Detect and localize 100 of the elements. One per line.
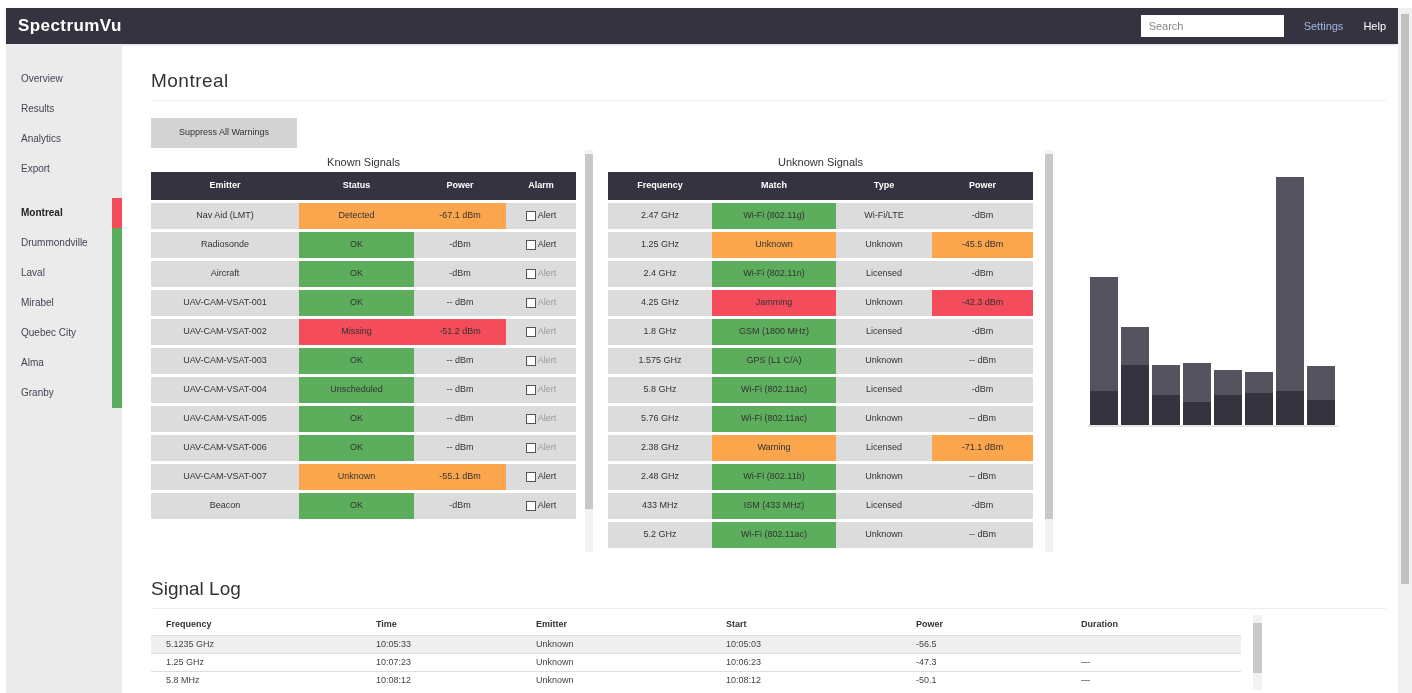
table-cell-text: Licensed [865, 499, 903, 513]
table-cell: OK [299, 290, 414, 316]
sidebar-item[interactable]: Montreal [6, 198, 112, 228]
table-title: Known Signals [326, 155, 401, 170]
scrollbar[interactable] [1398, 8, 1412, 693]
column-header: Power [445, 179, 475, 193]
brand-logo[interactable]: SpectrumVu [18, 13, 122, 39]
table-cell: Wi-Fi (802.11ac) [712, 377, 836, 403]
table-cell-text: -dBm [448, 499, 472, 513]
table-cell-text: Radiosonde [199, 238, 250, 252]
table-cell-text: -- dBm [445, 354, 475, 368]
table-cell: Unknown [299, 464, 414, 490]
table-cell: Warning [712, 435, 836, 461]
table-cell-text: 10:08:12 [725, 673, 763, 687]
table-cell: -45.5 dBm [932, 232, 1033, 258]
checkbox[interactable] [525, 211, 536, 221]
table-cell: OK [299, 406, 414, 432]
header-link[interactable]: Help [1363, 17, 1386, 35]
search-field[interactable]: Search [1140, 15, 1284, 37]
table-cell: -71.1 dBm [932, 435, 1033, 461]
table-cell-text: UAV-CAM-VSAT-001 [182, 296, 268, 310]
table-cell-text: -- dBm [445, 383, 475, 397]
table-cell: -55.1 dBm [414, 464, 506, 490]
table-cell-text: 2.48 GHz [640, 470, 680, 484]
column-header: Power [968, 179, 997, 193]
checkbox-label: Alert [537, 209, 557, 223]
table-cell: Missing [299, 319, 414, 345]
sidebar-link[interactable]: Results [6, 94, 122, 124]
table-cell: OK [299, 435, 414, 461]
table-cell-text: Unknown [864, 238, 904, 252]
sidebar-link[interactable]: Export [6, 154, 122, 184]
table-cell-text: -- dBm [445, 296, 475, 310]
table-cell-text: 10:08:12 [375, 673, 413, 687]
table-cell-text: Licensed [865, 383, 903, 397]
sidebar-item[interactable]: Quebec City [6, 318, 112, 348]
checkbox[interactable] [525, 472, 536, 482]
table-cell-text: -- dBm [968, 528, 997, 542]
table-cell-text: 1.575 GHz [637, 354, 683, 368]
table-cell-text: Unknown [535, 637, 575, 651]
suppress-button[interactable]: Suppress All Warnings [151, 118, 297, 148]
table-cell: Wi-Fi (802.11n) [712, 261, 836, 287]
bar [1214, 370, 1242, 425]
checkbox-label: Alert [537, 267, 557, 281]
sidebar-item[interactable]: Mirabel [6, 288, 112, 318]
table-cell-text: -dBm [970, 209, 995, 223]
checkbox[interactable] [525, 501, 536, 511]
checkbox-label: Alert [537, 354, 557, 368]
scrollbar[interactable] [1045, 150, 1053, 552]
table-cell-text: 5.8 GHz [642, 383, 678, 397]
table-cell-text: Unknown [864, 412, 904, 426]
table-cell-text: -47.3 [915, 655, 938, 669]
column-header: Status [341, 179, 372, 193]
checkbox[interactable] [525, 240, 536, 250]
sidebar-link[interactable]: Analytics [6, 124, 122, 154]
checkbox-label: Alert [537, 325, 557, 339]
table-cell: GPS (L1 C/A) [712, 348, 836, 374]
table-cell-text: -- dBm [968, 470, 997, 484]
table-cell-text: Wi-Fi/LTE [863, 209, 905, 223]
table-cell-text: 1.8 GHz [642, 325, 678, 339]
table-cell-text: 5.8 MHz [165, 673, 201, 687]
table-cell-text: Licensed [865, 441, 903, 455]
table-cell: ISM (433 MHz) [712, 493, 836, 519]
scrollbar[interactable] [585, 150, 593, 552]
sidebar-item[interactable]: Laval [6, 258, 112, 288]
table-cell-text: 5.2 GHz [642, 528, 678, 542]
sidebar-item[interactable]: Alma [6, 348, 112, 378]
table-cell-text: 2.47 GHz [640, 209, 680, 223]
table-cell-text: Beacon [208, 499, 242, 513]
table-cell-text: UAV-CAM-VSAT-006 [182, 441, 268, 455]
column-header: Alarm [527, 179, 555, 193]
sidebar-item[interactable]: Drummondville [6, 228, 112, 258]
column-header: Time [375, 618, 398, 632]
table-cell-text: -dBm [448, 267, 472, 281]
table-title: Unknown Signals [777, 155, 864, 170]
table-cell-text: UAV-CAM-VSAT-002 [182, 325, 268, 339]
table-cell: Detected [299, 203, 414, 229]
table-cell-text: -dBm [970, 267, 995, 281]
checkbox-label: Alert [537, 383, 557, 397]
sidebar-link[interactable]: Overview [6, 64, 122, 94]
sidebar-item[interactable]: Granby [6, 378, 112, 408]
table-cell-text: -- dBm [968, 412, 997, 426]
table-cell: GSM (1800 MHz) [712, 319, 836, 345]
bar [1183, 363, 1211, 425]
table-cell: -42.3 dBm [932, 290, 1033, 316]
scrollbar[interactable] [1253, 615, 1262, 690]
log-row[interactable]: 5.1235 GHz 10:05:33 Unknown 10:05:03 -56.5 [151, 635, 1241, 653]
table-cell-text: 1.25 GHz [640, 238, 680, 252]
table-cell-text: UAV-CAM-VSAT-005 [182, 412, 268, 426]
table-cell-text: — [1080, 673, 1091, 687]
table-cell-text: Unknown [864, 470, 904, 484]
checkbox-label: Alert [537, 238, 557, 252]
table-cell-text: 5.1235 GHz [165, 637, 216, 651]
column-header: Start [725, 618, 748, 632]
section-title: Signal Log [151, 578, 242, 600]
header-link[interactable]: Settings [1303, 17, 1344, 35]
table-cell-text: -dBm [970, 383, 995, 397]
table-cell-text: -50.1 [915, 673, 938, 687]
checkbox-label: Alert [537, 499, 557, 513]
bar [1307, 366, 1335, 425]
table-cell-text: 1.25 GHz [165, 655, 206, 669]
